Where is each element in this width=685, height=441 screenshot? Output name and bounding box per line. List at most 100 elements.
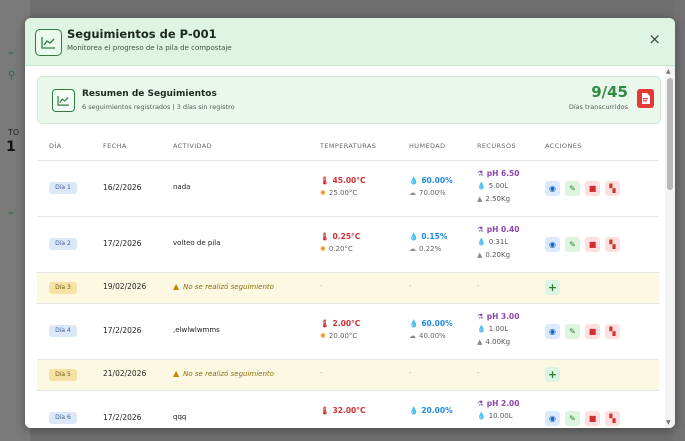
- seguimientos-table: DÍA FECHA ACTIVIDAD TEMPERATURAS HUMEDAD…: [37, 133, 659, 428]
- eye-icon: ◉: [549, 327, 556, 336]
- thermometer-icon: 🌡: [320, 319, 330, 328]
- add-seguimiento-button[interactable]: +: [545, 367, 560, 382]
- humidity-ambient: ☁ 70.00%: [409, 189, 446, 197]
- weight-icon: ▲: [477, 251, 483, 259]
- pdf-button[interactable]: ▚: [605, 411, 620, 426]
- cloud-icon: ☁: [409, 332, 416, 340]
- warning-icon: ▲: [173, 282, 180, 291]
- table-header: DÍA FECHA ACTIVIDAD TEMPERATURAS HUMEDAD…: [37, 133, 659, 161]
- days-elapsed-count: 9/45: [591, 83, 628, 101]
- row-date: 17/2/2026: [103, 239, 142, 248]
- droplet-icon: 💧: [477, 238, 486, 246]
- empty-resources: -: [477, 369, 480, 377]
- modal-header: Seguimientos de P-001 Monitorea el progr…: [25, 18, 675, 66]
- header-temperaturas: TEMPERATURAS: [320, 142, 377, 150]
- delete-button[interactable]: ■: [585, 181, 600, 196]
- pdf-button[interactable]: ▚: [605, 181, 620, 196]
- summary-card: Resumen de Seguimientos 6 seguimientos r…: [37, 76, 661, 124]
- edit-icon: ✎: [569, 240, 576, 249]
- thermometer-icon: 🌡: [320, 406, 330, 415]
- delete-button[interactable]: ■: [585, 237, 600, 252]
- trash-icon: ■: [588, 327, 597, 336]
- day-badge: Día 3: [49, 282, 77, 294]
- summary-subtitle: 6 seguimientos registrados | 3 días sin …: [82, 103, 235, 111]
- flask-icon: ⚗: [477, 225, 484, 234]
- thermometer-icon: 🌡: [320, 232, 330, 241]
- chart-icon: ⌁: [8, 48, 15, 59]
- weight-icon: ▲: [477, 338, 483, 346]
- empty-humidity: -: [409, 369, 412, 377]
- pdf-icon: [642, 93, 650, 104]
- plus-icon: +: [547, 368, 558, 381]
- resource-ph: ⚗ pH 2.00: [477, 399, 520, 408]
- header-recursos: RECURSOS: [477, 142, 517, 150]
- delete-button[interactable]: ■: [585, 324, 600, 339]
- row-activity: volteo de pila: [173, 239, 221, 247]
- day-badge: Día 1: [49, 182, 77, 194]
- trash-icon: ■: [588, 184, 597, 193]
- view-button[interactable]: ◉: [545, 411, 560, 426]
- pdf-icon: ▚: [609, 327, 616, 336]
- resource-water: 💧 1.00L: [477, 325, 509, 333]
- resource-water: 💧 5.00L: [477, 182, 509, 190]
- humidity-ambient: ☁ 40.00%: [409, 332, 446, 340]
- sun-icon: ✺: [320, 332, 326, 340]
- resource-weight: ▲ 2.50Kg: [477, 195, 511, 203]
- delete-button[interactable]: ■: [585, 411, 600, 426]
- resource-ph: ⚗ pH 0.40: [477, 225, 520, 234]
- humidity-main: 💧 60.00%: [409, 176, 453, 185]
- edit-icon: ✎: [569, 184, 576, 193]
- droplet-icon: 💧: [409, 232, 419, 241]
- empty-humidity: -: [409, 282, 412, 290]
- modal-body[interactable]: Resumen de Seguimientos 6 seguimientos r…: [25, 66, 675, 428]
- eye-icon: ◉: [549, 240, 556, 249]
- resource-ph: ⚗ pH 6.50: [477, 169, 520, 178]
- temperature-ambient: ✺ 20.00°C: [320, 332, 358, 340]
- view-button[interactable]: ◉: [545, 324, 560, 339]
- edit-button[interactable]: ✎: [565, 181, 580, 196]
- resource-weight: ▲ 0.20Kg: [477, 251, 511, 259]
- header-dia: DÍA: [49, 142, 62, 150]
- edit-button[interactable]: ✎: [565, 411, 580, 426]
- modal-title: Seguimientos de P-001: [67, 27, 217, 41]
- header-actividad: ACTIVIDAD: [173, 142, 213, 150]
- close-button[interactable]: ×: [648, 32, 661, 47]
- scroll-thumb[interactable]: [667, 78, 673, 190]
- chart-icon: ⌁: [8, 208, 15, 219]
- droplet-icon: 💧: [409, 406, 419, 415]
- export-pdf-button[interactable]: [637, 89, 654, 108]
- edit-button[interactable]: ✎: [565, 324, 580, 339]
- user-icon: ⚲: [8, 70, 16, 81]
- resource-weight: ▲ 4.00Kg: [477, 338, 511, 346]
- empty-resources: -: [477, 282, 480, 290]
- droplet-icon: 💧: [409, 319, 419, 328]
- add-seguimiento-button[interactable]: +: [545, 280, 560, 295]
- view-button[interactable]: ◉: [545, 181, 560, 196]
- table-row: Día 6 17/2/2026 qqq 🌡 32.00°C 💧 20.00% ⚗ pH…: [37, 391, 659, 428]
- background-number: 1: [6, 139, 16, 155]
- humidity-main: 💧 0.15%: [409, 232, 448, 241]
- row-date: 17/2/2026: [103, 413, 142, 422]
- edit-button[interactable]: ✎: [565, 237, 580, 252]
- scroll-up-arrow-icon[interactable]: ▲: [666, 68, 671, 75]
- modal-scrollbar[interactable]: ▲ ▼: [665, 66, 675, 428]
- header-acciones: ACCIONES: [545, 142, 582, 150]
- modal-subtitle: Monitorea el progreso de la pila de comp…: [67, 44, 232, 52]
- empty-temperature: -: [320, 282, 323, 290]
- eye-icon: ◉: [549, 184, 556, 193]
- row-date: 16/2/2026: [103, 183, 142, 192]
- scroll-down-arrow-icon[interactable]: ▼: [666, 419, 671, 426]
- view-button[interactable]: ◉: [545, 237, 560, 252]
- table-row-missing: Día 5 21/02/2026 ▲ No se realizó seguimie…: [37, 360, 659, 391]
- weight-icon: ▲: [477, 195, 483, 203]
- missing-warning: ▲ No se realizó seguimiento: [173, 282, 274, 291]
- pdf-button[interactable]: ▚: [605, 324, 620, 339]
- day-badge: Día 2: [49, 238, 77, 250]
- day-badge: Día 4: [49, 325, 77, 337]
- resource-ph: ⚗ pH 3.00: [477, 312, 520, 321]
- resource-water: 💧 10.00L: [477, 412, 513, 420]
- pdf-icon: ▚: [609, 184, 616, 193]
- trash-icon: ■: [588, 414, 597, 423]
- pdf-button[interactable]: ▚: [605, 237, 620, 252]
- table-row: Día 1 16/2/2026 nada 🌡 45.00°C ✺ 25.00°C 💧…: [37, 161, 659, 217]
